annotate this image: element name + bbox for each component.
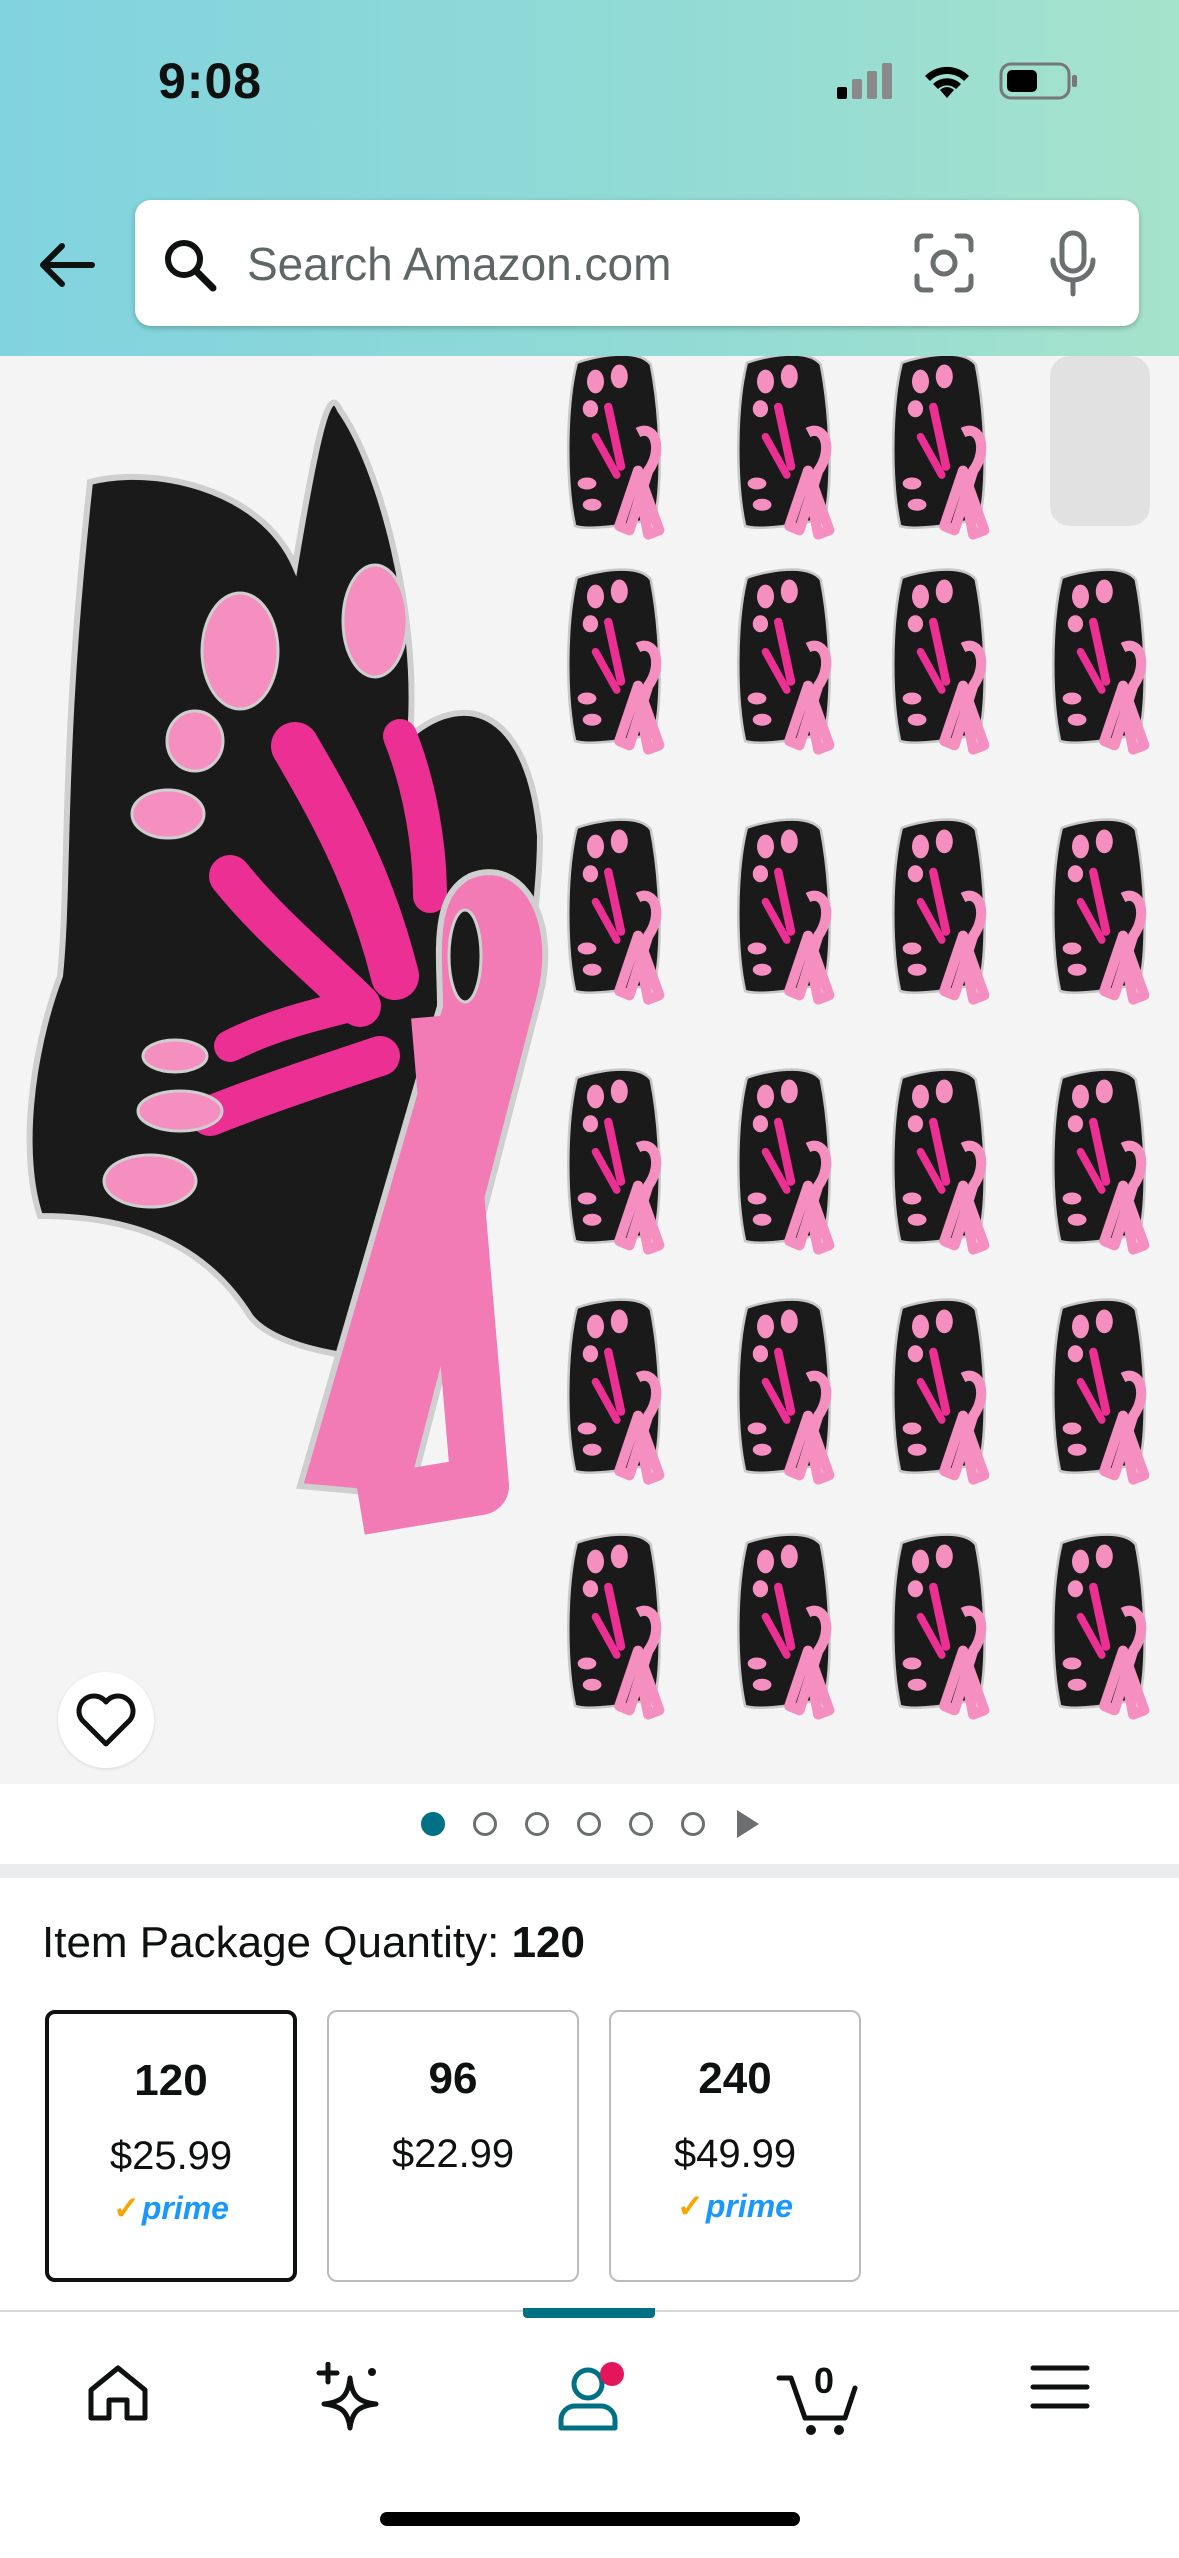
tab-menu[interactable] — [1010, 2362, 1110, 2472]
quantity-option-240[interactable]: 240 $49.99 ✓ prime — [609, 2010, 861, 2282]
package-quantity-label: Item Package Quantity: 120 — [42, 1918, 585, 1968]
wifi-icon — [925, 66, 969, 98]
image-pagination — [0, 1784, 1179, 1864]
status-icons — [837, 62, 1079, 100]
active-tab-indicator — [523, 2308, 655, 2318]
header: 9:08 — [0, 0, 1179, 356]
quantity-selected-value: 120 — [511, 1918, 585, 1967]
microphone-icon[interactable] — [1045, 230, 1101, 298]
tab-account[interactable] — [538, 2362, 638, 2472]
pagination-dot-3[interactable] — [524, 1812, 549, 1836]
option-price: $49.99 — [673, 2132, 797, 2176]
status-time: 9:08 — [158, 53, 263, 109]
search-input[interactable] — [245, 230, 1009, 298]
hamburger-menu-icon — [1030, 2365, 1090, 2409]
home-icon — [88, 2365, 148, 2421]
camera-scan-icon[interactable] — [913, 232, 975, 294]
option-price: $22.99 — [391, 2132, 515, 2176]
tab-rufus-ai[interactable] — [300, 2362, 400, 2472]
pagination-dot-6[interactable] — [680, 1812, 705, 1836]
quantity-label-text: Item Package Quantity: — [42, 1918, 500, 1967]
option-price: $25.99 — [109, 2134, 233, 2178]
pagination-dot-1[interactable] — [420, 1812, 445, 1836]
add-to-wishlist-button[interactable] — [58, 1672, 154, 1768]
quantity-options: 120 $25.99 ✓ prime 96 $22.99 240 $49.99 ✓… — [45, 2010, 861, 2282]
tab-cart[interactable]: 0 — [770, 2360, 870, 2472]
prime-badge: ✓ prime — [113, 2189, 229, 2227]
pagination-dot-4[interactable] — [576, 1812, 601, 1836]
quantity-option-120[interactable]: 120 $25.99 ✓ prime — [45, 2010, 297, 2282]
large-butterfly-pin — [26, 399, 549, 1535]
option-quantity: 96 — [428, 2054, 478, 2103]
section-divider — [0, 1864, 1179, 1878]
home-indicator[interactable] — [380, 2512, 800, 2526]
product-image — [26, 356, 1150, 1784]
option-quantity: 120 — [134, 2056, 208, 2105]
heart-icon — [76, 1693, 136, 1747]
battery-icon — [999, 62, 1077, 100]
small-pins-grid — [568, 356, 1150, 1714]
quantity-option-96[interactable]: 96 $22.99 — [327, 2010, 579, 2282]
pagination-dot-2[interactable] — [472, 1812, 497, 1836]
prime-check-icon: ✓ — [677, 2188, 704, 2224]
search-icon — [165, 240, 217, 292]
prime-label: prime — [705, 2187, 793, 2224]
search-bar[interactable] — [135, 200, 1139, 326]
prime-check-icon: ✓ — [113, 2190, 140, 2226]
back-arrow-icon[interactable] — [32, 230, 102, 300]
cart-count: 0 — [814, 2360, 835, 2401]
video-play-icon[interactable] — [736, 1810, 759, 1838]
option-quantity: 240 — [698, 2054, 772, 2103]
sparkle-icon — [316, 2362, 379, 2431]
product-image-gallery[interactable] — [0, 356, 1179, 1784]
prime-label: prime — [141, 2189, 229, 2226]
pagination-dot-5[interactable] — [628, 1812, 653, 1836]
prime-badge: ✓ prime — [677, 2187, 793, 2225]
signal-icon — [837, 63, 892, 99]
notification-badge — [600, 2362, 624, 2386]
tab-home[interactable] — [68, 2362, 168, 2472]
